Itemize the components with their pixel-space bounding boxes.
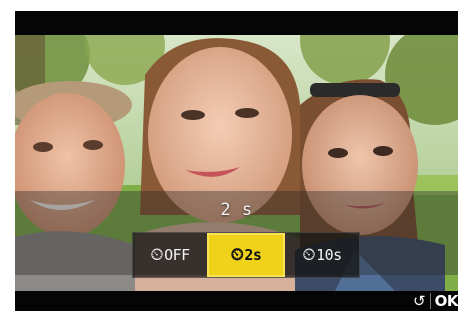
- bottom-bar: [15, 291, 458, 311]
- timer-option-label: 10s: [316, 246, 342, 264]
- self-timer-icon: ⏲: [150, 245, 164, 265]
- return-arrow-icon: ↺: [413, 292, 426, 310]
- timer-option-off[interactable]: ⏲ OFF: [133, 233, 207, 277]
- camera-screen: 2 s ⏲ OFF ⏲ 2s ⏲ 10s ↺ OK: [15, 11, 458, 311]
- self-timer-icon: ⏲: [302, 245, 316, 265]
- timer-option-label: 2s: [244, 246, 262, 264]
- back-button[interactable]: ↺: [409, 291, 430, 311]
- timer-option-label: OFF: [164, 246, 190, 264]
- bottom-nav: ↺ OK: [409, 291, 458, 311]
- top-bar: [15, 11, 458, 35]
- ok-label: OK: [434, 292, 458, 310]
- current-timer-value: 2 s: [220, 200, 253, 220]
- ok-button[interactable]: OK: [431, 291, 458, 311]
- timer-option-10s[interactable]: ⏲ 10s: [285, 233, 359, 277]
- self-timer-icon: ⏲: [230, 245, 244, 265]
- self-timer-options: ⏲ OFF ⏲ 2s ⏲ 10s: [132, 232, 360, 278]
- timer-option-2s[interactable]: ⏲ 2s: [207, 233, 285, 277]
